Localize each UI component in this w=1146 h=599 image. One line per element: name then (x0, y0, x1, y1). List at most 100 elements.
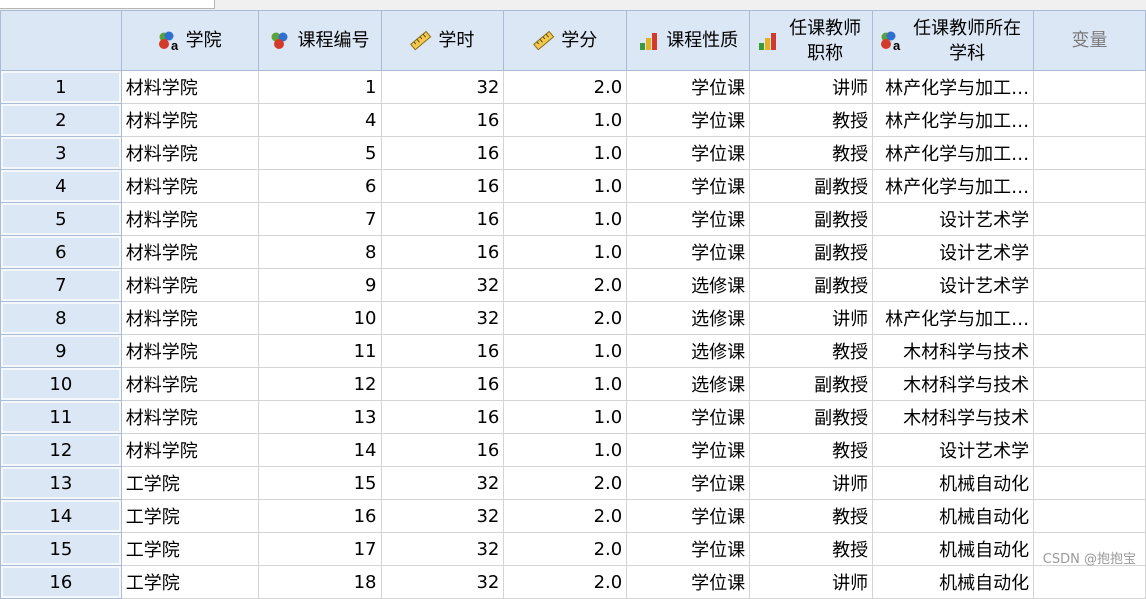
row-number[interactable]: 1 (0, 70, 122, 104)
row-number[interactable]: 16 (0, 565, 122, 599)
data-cell[interactable]: 林产化学与加工… (872, 103, 1035, 137)
data-cell[interactable]: 7 (257, 202, 382, 236)
data-cell[interactable]: 教授 (749, 334, 874, 368)
data-cell[interactable]: 9 (257, 268, 382, 302)
data-cell[interactable]: 17 (257, 532, 382, 566)
data-cell[interactable]: 学位课 (626, 70, 751, 104)
data-cell[interactable]: 学位课 (626, 565, 751, 599)
data-cell[interactable]: 选修课 (626, 367, 751, 401)
data-cell[interactable]: 林产化学与加工… (872, 136, 1035, 170)
data-cell[interactable]: 副教授 (749, 268, 874, 302)
data-cell[interactable]: 学位课 (626, 532, 751, 566)
data-cell[interactable]: 设计艺术学 (872, 235, 1035, 269)
data-cell[interactable]: 副教授 (749, 400, 874, 434)
data-cell[interactable]: 16 (380, 367, 505, 401)
row-number[interactable]: 3 (0, 136, 122, 170)
data-cell[interactable]: 机械自动化 (872, 499, 1035, 533)
data-cell[interactable]: 林产化学与加工… (872, 70, 1035, 104)
row-number[interactable]: 5 (0, 202, 122, 236)
data-cell[interactable]: 2.0 (503, 532, 628, 566)
data-cell[interactable]: 32 (380, 268, 505, 302)
data-cell[interactable]: 32 (380, 70, 505, 104)
data-cell[interactable]: 林产化学与加工… (872, 169, 1035, 203)
data-cell[interactable]: 讲师 (749, 565, 874, 599)
data-cell[interactable]: 1 (257, 70, 382, 104)
data-cell[interactable]: 材料学院 (120, 70, 259, 104)
data-cell[interactable]: 教授 (749, 433, 874, 467)
empty-cell[interactable] (1033, 70, 1146, 104)
data-cell[interactable]: 学位课 (626, 235, 751, 269)
data-cell[interactable]: 学位课 (626, 136, 751, 170)
column-header-credits[interactable]: 学分 (503, 10, 628, 71)
data-cell[interactable]: 16 (380, 169, 505, 203)
data-cell[interactable]: 工学院 (120, 565, 259, 599)
empty-cell[interactable] (1033, 565, 1146, 599)
data-cell[interactable]: 14 (257, 433, 382, 467)
row-number[interactable]: 12 (0, 433, 122, 467)
data-cell[interactable]: 2.0 (503, 70, 628, 104)
column-header-teacher-title[interactable]: 任课教师职称 (749, 10, 874, 71)
data-cell[interactable]: 材料学院 (120, 268, 259, 302)
data-cell[interactable]: 16 (380, 334, 505, 368)
column-header-course-id[interactable]: 课程编号 (257, 10, 382, 71)
data-cell[interactable]: 设计艺术学 (872, 433, 1035, 467)
data-cell[interactable]: 机械自动化 (872, 565, 1035, 599)
data-cell[interactable]: 1.0 (503, 103, 628, 137)
data-cell[interactable]: 2.0 (503, 268, 628, 302)
data-cell[interactable]: 32 (380, 499, 505, 533)
data-cell[interactable]: 2.0 (503, 499, 628, 533)
data-cell[interactable]: 木材科学与技术 (872, 334, 1035, 368)
data-cell[interactable]: 机械自动化 (872, 532, 1035, 566)
row-number[interactable]: 7 (0, 268, 122, 302)
data-cell[interactable]: 木材科学与技术 (872, 367, 1035, 401)
data-cell[interactable]: 1.0 (503, 433, 628, 467)
data-cell[interactable]: 教授 (749, 532, 874, 566)
data-cell[interactable]: 1.0 (503, 235, 628, 269)
data-cell[interactable]: 32 (380, 532, 505, 566)
column-header-teacher-discipline[interactable]: a 任课教师所在学科 (872, 10, 1035, 71)
row-number[interactable]: 2 (0, 103, 122, 137)
data-cell[interactable]: 教授 (749, 499, 874, 533)
empty-cell[interactable] (1033, 235, 1146, 269)
row-number[interactable]: 11 (0, 400, 122, 434)
data-cell[interactable]: 1.0 (503, 367, 628, 401)
empty-cell[interactable] (1033, 169, 1146, 203)
data-cell[interactable]: 1.0 (503, 136, 628, 170)
data-cell[interactable]: 12 (257, 367, 382, 401)
data-cell[interactable]: 16 (380, 202, 505, 236)
data-cell[interactable]: 副教授 (749, 202, 874, 236)
data-cell[interactable]: 11 (257, 334, 382, 368)
empty-cell[interactable] (1033, 466, 1146, 500)
data-cell[interactable]: 工学院 (120, 532, 259, 566)
data-cell[interactable]: 8 (257, 235, 382, 269)
data-cell[interactable]: 16 (380, 136, 505, 170)
data-cell[interactable]: 16 (380, 433, 505, 467)
data-cell[interactable]: 5 (257, 136, 382, 170)
data-cell[interactable]: 材料学院 (120, 301, 259, 335)
data-cell[interactable]: 设计艺术学 (872, 202, 1035, 236)
empty-cell[interactable] (1033, 301, 1146, 335)
data-cell[interactable]: 材料学院 (120, 367, 259, 401)
data-cell[interactable]: 材料学院 (120, 235, 259, 269)
data-cell[interactable]: 16 (380, 103, 505, 137)
data-cell[interactable]: 选修课 (626, 334, 751, 368)
data-cell[interactable]: 材料学院 (120, 202, 259, 236)
data-cell[interactable]: 13 (257, 400, 382, 434)
row-number[interactable]: 10 (0, 367, 122, 401)
cell-reference-box[interactable] (0, 0, 215, 9)
data-cell[interactable]: 材料学院 (120, 334, 259, 368)
grid-corner[interactable] (0, 10, 122, 71)
empty-cell[interactable] (1033, 136, 1146, 170)
data-cell[interactable]: 32 (380, 565, 505, 599)
row-number[interactable]: 6 (0, 235, 122, 269)
data-cell[interactable]: 选修课 (626, 268, 751, 302)
data-cell[interactable]: 1.0 (503, 334, 628, 368)
data-cell[interactable]: 16 (380, 235, 505, 269)
row-number[interactable]: 15 (0, 532, 122, 566)
empty-cell[interactable] (1033, 334, 1146, 368)
column-header-course-type[interactable]: 课程性质 (626, 10, 751, 71)
data-cell[interactable]: 工学院 (120, 466, 259, 500)
data-cell[interactable]: 材料学院 (120, 136, 259, 170)
data-cell[interactable]: 材料学院 (120, 169, 259, 203)
row-number[interactable]: 14 (0, 499, 122, 533)
